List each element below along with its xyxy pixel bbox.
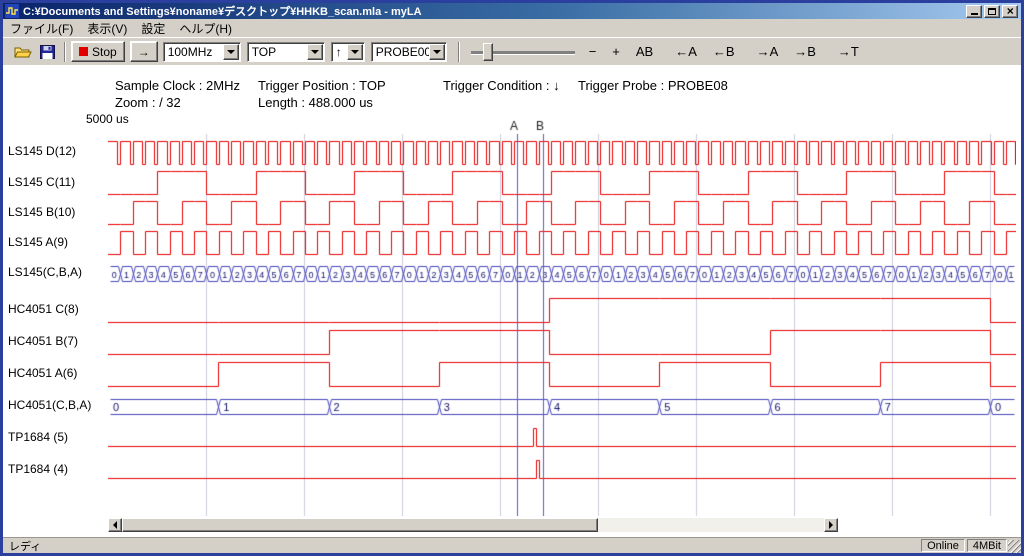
goto-marker-a-left-button[interactable]: ←A xyxy=(670,42,702,61)
run-button[interactable]: → xyxy=(130,41,158,62)
trigger-position-select[interactable]: TOP xyxy=(247,42,325,62)
save-icon xyxy=(40,45,55,59)
scroll-thumb[interactable] xyxy=(122,518,598,532)
menu-file[interactable]: ファイル(F) xyxy=(3,19,80,38)
resize-grip-icon[interactable] xyxy=(1008,540,1021,553)
window-title: C:¥Documents and Settings¥noname¥デスクトップ¥… xyxy=(23,3,966,19)
minimize-button[interactable] xyxy=(966,5,982,18)
waveform-hscrollbar[interactable] xyxy=(108,518,838,532)
channel-label: HC4051(C,B,A) xyxy=(8,398,91,412)
channel-label: LS145(C,B,A) xyxy=(8,265,82,279)
close-button[interactable] xyxy=(1002,5,1018,18)
trigger-probe-value: PROBE00 xyxy=(372,45,429,59)
zoom-slider[interactable] xyxy=(471,41,575,63)
channel-label: HC4051 B(7) xyxy=(8,334,78,348)
scroll-left-button[interactable] xyxy=(108,518,122,532)
zoom-info: Zoom : / 32 xyxy=(115,95,181,110)
toolbar-separator xyxy=(458,42,460,62)
triangle-left-icon xyxy=(113,521,117,529)
triangle-down xyxy=(351,50,359,54)
channel-label: TP1684 (4) xyxy=(8,462,68,476)
save-file-button[interactable] xyxy=(35,41,59,63)
triangle-down xyxy=(433,50,441,54)
status-bar: レディ Online 4MBit xyxy=(3,537,1021,553)
status-ready-text: レディ xyxy=(9,538,41,554)
channel-label: LS145 B(10) xyxy=(8,205,75,219)
menu-bar: ファイル(F) 表示(V) 設定 ヘルプ(H) xyxy=(3,19,1021,37)
channel-label: LS145 A(9) xyxy=(8,235,68,249)
trigger-probe-select[interactable]: PROBE00 xyxy=(371,42,447,62)
status-memory-badge: 4MBit xyxy=(967,539,1007,552)
menu-help[interactable]: ヘルプ(H) xyxy=(172,19,239,38)
app-window: C:¥Documents and Settings¥noname¥デスクトップ¥… xyxy=(0,0,1024,556)
toolbar-separator xyxy=(64,42,66,62)
dropdown-arrow-icon[interactable] xyxy=(307,44,323,60)
maximize-button[interactable] xyxy=(984,5,1000,18)
trigger-probe-info: Trigger Probe : PROBE08 xyxy=(578,78,728,93)
stop-icon xyxy=(79,47,88,56)
goto-trigger-button[interactable]: →T xyxy=(833,42,864,61)
zoom-out-button[interactable]: − xyxy=(584,42,602,61)
scroll-right-button[interactable] xyxy=(824,518,838,532)
menu-view[interactable]: 表示(V) xyxy=(80,19,134,38)
maximize-icon xyxy=(988,8,996,15)
triangle-right-icon xyxy=(829,521,833,529)
channel-label: TP1684 (5) xyxy=(8,430,68,444)
sample-clock-select[interactable]: 100MHz xyxy=(163,42,241,62)
menu-settings[interactable]: 設定 xyxy=(134,19,172,38)
time-scale-label: 5000 us xyxy=(86,112,129,126)
open-file-button[interactable] xyxy=(11,41,35,63)
trigger-position-value: TOP xyxy=(248,45,307,59)
status-online-badge: Online xyxy=(921,539,965,552)
stop-button[interactable]: Stop xyxy=(71,41,125,62)
channel-label: HC4051 C(8) xyxy=(8,302,79,316)
trigger-edge-value: ↑ xyxy=(332,45,347,59)
trigger-edge-select[interactable]: ↑ xyxy=(331,42,365,62)
title-bar[interactable]: C:¥Documents and Settings¥noname¥デスクトップ¥… xyxy=(3,3,1021,19)
triangle-down xyxy=(227,50,235,54)
sample-clock-info: Sample Clock : 2MHz xyxy=(115,78,240,93)
triangle-down xyxy=(311,50,319,54)
close-icon xyxy=(1006,2,1013,20)
stop-label: Stop xyxy=(92,45,117,59)
dropdown-arrow-icon[interactable] xyxy=(223,44,239,60)
channel-label: LS145 C(11) xyxy=(8,175,75,189)
dropdown-arrow-icon[interactable] xyxy=(347,44,363,60)
ab-span-button[interactable]: AB xyxy=(631,42,658,61)
sample-clock-value: 100MHz xyxy=(164,45,223,59)
trigger-position-info: Trigger Position : TOP xyxy=(258,78,386,93)
length-info: Length : 488.000 us xyxy=(258,95,373,110)
goto-marker-b-right-button[interactable]: →B xyxy=(789,42,821,61)
goto-marker-a-right-button[interactable]: →A xyxy=(752,42,784,61)
zoom-in-button[interactable]: + xyxy=(607,42,625,61)
channel-label: HC4051 A(6) xyxy=(8,366,77,380)
channel-label: LS145 D(12) xyxy=(8,144,76,158)
dropdown-arrow-icon[interactable] xyxy=(429,44,445,60)
toolbar: Stop → 100MHz TOP ↑ PROBE00 − + AB ←A ←B xyxy=(3,37,1021,65)
goto-marker-b-left-button[interactable]: ←B xyxy=(708,42,740,61)
open-folder-icon xyxy=(14,45,32,59)
trigger-condition-info: Trigger Condition : ↓ xyxy=(443,78,560,93)
slider-thumb[interactable] xyxy=(483,43,493,61)
minimize-icon xyxy=(971,13,978,15)
app-icon xyxy=(5,4,19,18)
waveform-canvas[interactable] xyxy=(108,120,1016,516)
